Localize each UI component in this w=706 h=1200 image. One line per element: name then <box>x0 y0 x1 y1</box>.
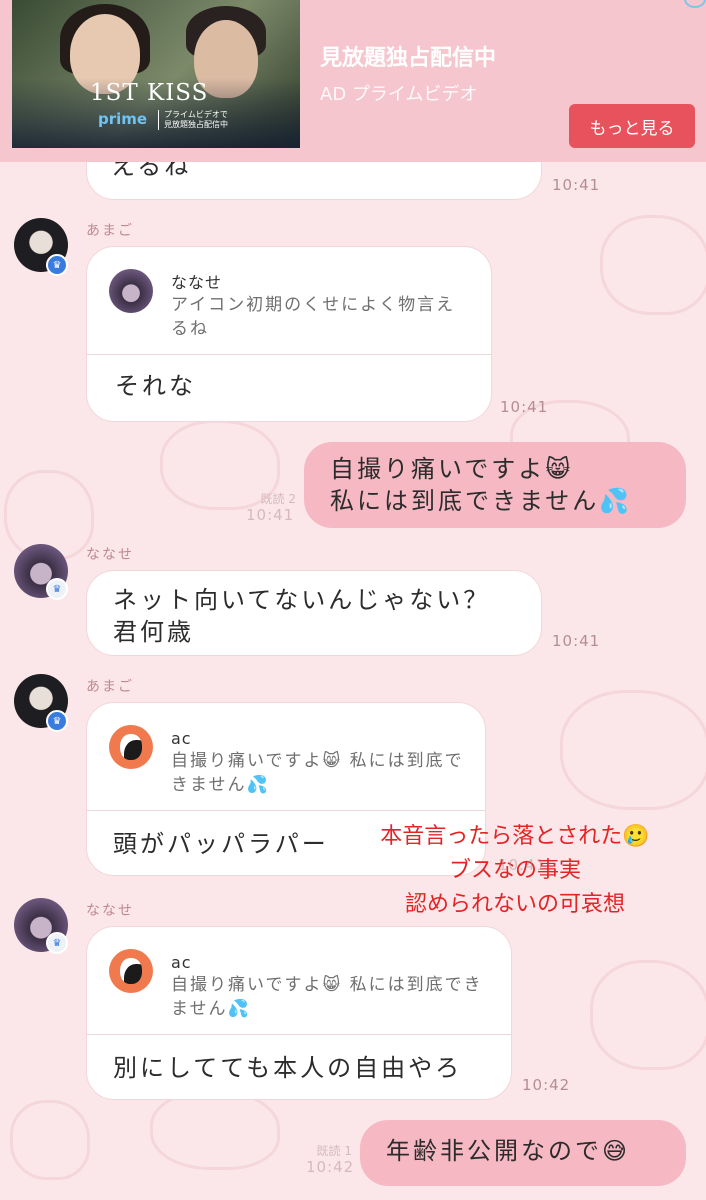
ad-image[interactable]: 1ST KISS prime プライムビデオで 見放題独占配信中 <box>12 0 300 148</box>
prime-logo: prime <box>98 110 148 128</box>
wallpaper-character <box>560 690 706 810</box>
reply-message-bubble[interactable]: ななせ アイコン初期のくせによく物言えるね それな <box>86 246 492 422</box>
my-message-bubble[interactable]: 年齢非公開なので😅 <box>360 1120 686 1186</box>
annotation-line: 認められないの可哀想 <box>404 892 625 917</box>
crown-badge-icon: ♛ <box>46 578 68 600</box>
quoted-message[interactable]: ac 自撮り痛いですよ😸 私には到底できません💦 <box>87 927 511 1035</box>
quoted-message[interactable]: ac 自撮り痛いですよ😸 私には到底できません💦 <box>87 703 485 811</box>
message-text: 頭がパッパラパー <box>113 830 329 858</box>
message-bubble[interactable]: ネット向いてないんじゃない？ 君何歳 <box>86 570 542 656</box>
my-message-bubble[interactable]: 自撮り痛いですよ😸 私には到底できません💦 <box>304 442 686 528</box>
message-text: 君何歳 <box>113 618 194 646</box>
crown-badge-icon: ♛ <box>46 710 68 732</box>
quoted-message[interactable]: ななせ アイコン初期のくせによく物言えるね <box>87 247 491 355</box>
ad-image-caption: プライムビデオで 見放題独占配信中 <box>158 110 228 130</box>
annotation-line: 本音言ったら落とされた🥲 <box>380 824 650 849</box>
crown-badge-icon: ♛ <box>46 254 68 276</box>
message-text: 私には到底できません💦 <box>330 487 633 515</box>
crown-badge-icon: ♛ <box>46 932 68 954</box>
quoted-sender-name: ななせ <box>171 273 223 292</box>
quoted-avatar <box>109 949 153 993</box>
message-time: 10:42 <box>306 1158 355 1176</box>
quoted-avatar <box>109 725 153 769</box>
message-text: ネット向いてないんじゃない？ <box>113 586 491 614</box>
wallpaper-character <box>10 1100 90 1180</box>
message-time: 10:41 <box>246 506 295 524</box>
sender-name: ななせ <box>86 903 134 919</box>
quoted-text: アイコン初期のくせによく物言えるね <box>171 295 456 339</box>
message-text: 自撮り痛いですよ😸 <box>330 455 574 483</box>
sender-name: あまご <box>86 679 134 695</box>
reply-message-bubble[interactable]: ac 自撮り痛いですよ😸 私には到底できません💦 別にしてても本人の自由やろ <box>86 926 512 1100</box>
quoted-sender-name: ac <box>171 953 192 972</box>
message-time: 10:41 <box>500 398 549 416</box>
wallpaper-character <box>150 1090 280 1170</box>
read-receipt: 既読 2 <box>260 492 296 506</box>
quoted-text: 自撮り痛いですよ😸 私には到底できません💦 <box>171 751 464 795</box>
message-time: 10:42 <box>522 1076 571 1094</box>
ad-banner[interactable]: 1ST KISS prime プライムビデオで 見放題独占配信中 見放題独占配信… <box>0 0 706 162</box>
ad-more-button[interactable]: もっと見る <box>569 104 695 148</box>
message-time: 10:41 <box>498 856 547 874</box>
sender-name: ななせ <box>86 547 134 563</box>
quoted-sender-name: ac <box>171 729 192 748</box>
wallpaper-character <box>600 215 706 315</box>
sender-name: あまご <box>86 223 134 239</box>
ad-movie-title: 1ST KISS <box>90 80 209 106</box>
quoted-text: 自撮り痛いですよ😸 私には到底できません💦 <box>171 975 483 1019</box>
wallpaper-character <box>590 960 706 1070</box>
message-text: それな <box>115 372 196 400</box>
message-text: 年齢非公開なので😅 <box>386 1137 631 1165</box>
read-receipt: 既読 1 <box>316 1144 352 1158</box>
quoted-avatar <box>109 269 153 313</box>
ad-info-icon[interactable] <box>684 0 706 8</box>
ad-headline: 見放題独占配信中 <box>320 46 497 71</box>
message-time: 10:41 <box>552 176 601 194</box>
message-time: 10:41 <box>552 632 601 650</box>
ad-source: AD プライムビデオ <box>320 84 478 105</box>
message-text: 別にしてても本人の自由やろ <box>113 1054 463 1082</box>
